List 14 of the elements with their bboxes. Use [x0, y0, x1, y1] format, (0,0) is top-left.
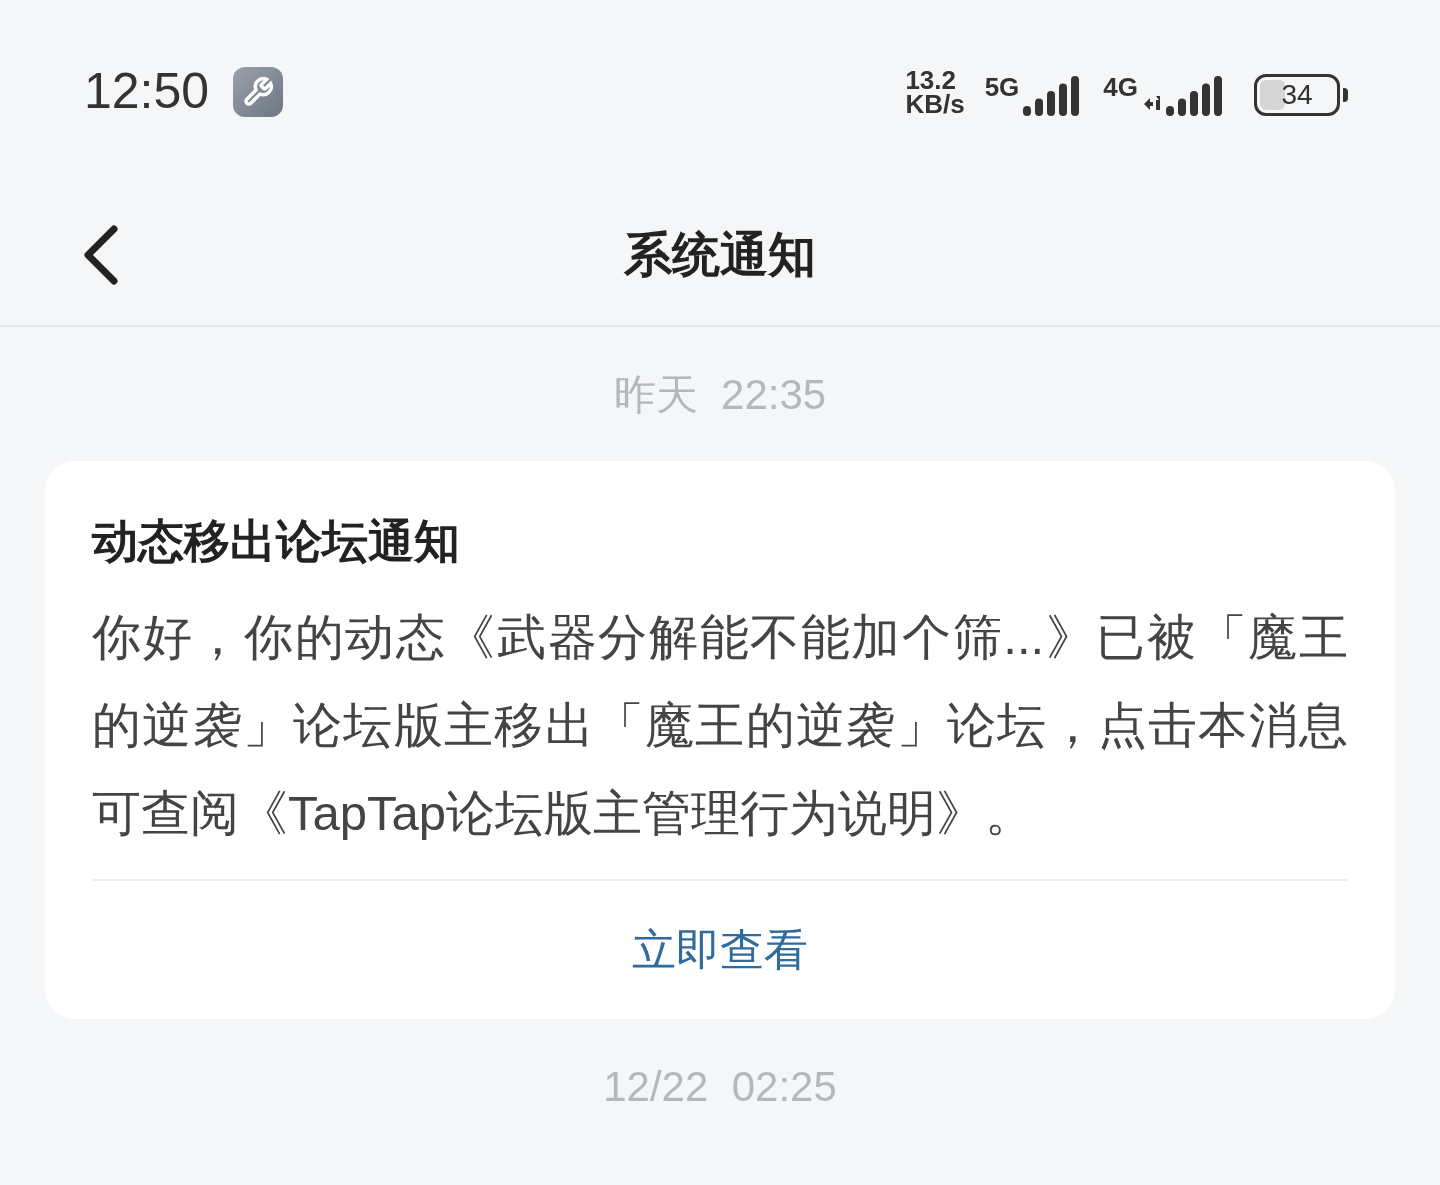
- message-time: 昨天 22:35: [613, 369, 827, 420]
- page-title: 系统通知: [624, 227, 816, 283]
- speed-unit: KB/s: [905, 91, 965, 116]
- network-type: 5G: [984, 73, 1020, 100]
- clock-time: 12:50: [84, 62, 210, 121]
- network-type: 4G: [1103, 73, 1138, 100]
- view-now-link[interactable]: 立即查看: [632, 917, 808, 983]
- notification-body: 你好，你的动态《武器分解能不能加个筛...》已被「魔王的逆袭」论坛版主移出「魔王的逆袭」论坛，点击本消息可查阅《TapTap论坛版主管理行为说明》。: [92, 609, 1348, 842]
- battery-percent: 34: [1280, 77, 1314, 112]
- message-time: 12/22 02:25: [603, 1061, 837, 1112]
- notification-title: 动态移出论坛通知: [92, 514, 461, 569]
- network-speed: 13.2: [905, 67, 956, 92]
- battery-tip: [1343, 87, 1348, 102]
- wrench-icon: [233, 66, 284, 117]
